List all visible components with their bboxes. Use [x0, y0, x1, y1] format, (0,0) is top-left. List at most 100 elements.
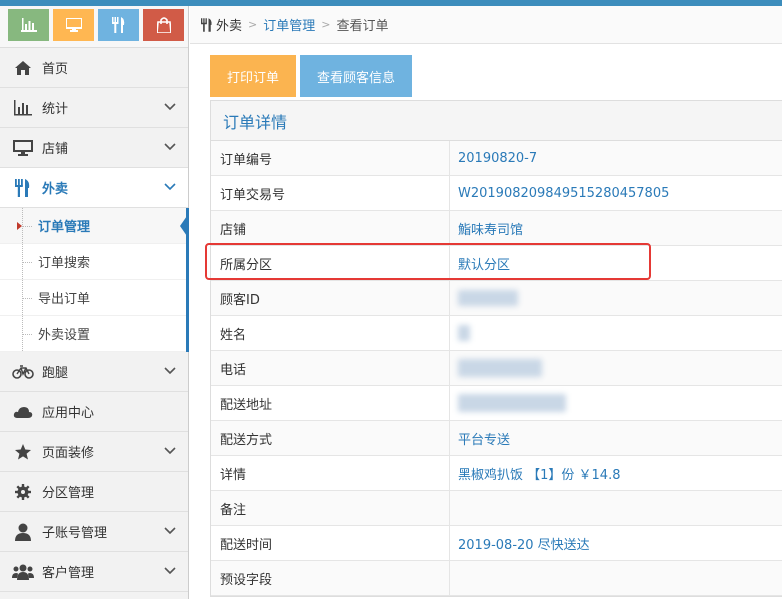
view-customer-button[interactable]: 查看顾客信息	[300, 55, 413, 97]
table-row: 姓名	[211, 316, 782, 351]
breadcrumb: 外卖 > 订单管理 > 查看订单	[190, 6, 782, 44]
chevron-down-icon	[164, 567, 176, 575]
sidebar-item-label: 页面装修	[42, 446, 95, 461]
row-label: 配送地址	[211, 386, 450, 420]
table-row: 详情 黑椒鸡扒饭 【1】份 ￥14.8	[211, 456, 782, 491]
table-row: 配送方式 平台专送	[211, 421, 782, 456]
chevron-right-icon: >	[321, 18, 331, 31]
chevron-down-icon	[164, 143, 176, 151]
sidebar-item-label: 首页	[42, 62, 69, 77]
quick-takeaway-button[interactable]	[98, 9, 139, 41]
row-label: 备注	[211, 491, 450, 525]
row-value: 平台专送	[458, 432, 511, 448]
sidebar-item-label: 客户管理	[42, 566, 95, 581]
sidebar-item-stats[interactable]: 统计	[0, 88, 188, 128]
table-row: 店铺 鮨味寿司馆	[211, 211, 782, 246]
row-label: 姓名	[211, 316, 450, 350]
redacted-value	[458, 325, 470, 341]
breadcrumb-current: 查看订单	[336, 19, 389, 34]
table-row: 电话	[211, 351, 782, 386]
caret-right-icon	[17, 222, 22, 230]
redacted-value	[458, 290, 518, 306]
submenu-item-order-management[interactable]: 订单管理	[0, 208, 189, 244]
row-label: 顾客ID	[211, 281, 450, 315]
row-value: 鮨味寿司馆	[458, 222, 524, 238]
submenu-item-order-search[interactable]: 订单搜索	[0, 244, 186, 280]
sidebar-item-label: 跑腿	[42, 366, 69, 381]
sidebar-item-shop[interactable]: 店铺	[0, 128, 188, 168]
sidebar-item-label: 分区管理	[42, 486, 95, 501]
table-row: 顾客ID	[211, 281, 782, 316]
table-row: 预设字段	[211, 561, 782, 596]
monitor-icon	[12, 137, 34, 159]
quick-buttons	[0, 6, 188, 48]
chevron-down-icon	[164, 367, 176, 375]
table-row: 配送地址	[211, 386, 782, 421]
row-value: 2019-08-20 尽快送达	[458, 537, 590, 553]
sidebar-item-home[interactable]: 首页	[0, 48, 188, 88]
submenu-item-label: 订单管理	[38, 220, 91, 235]
shopping-bag-icon	[156, 17, 171, 33]
panel-title: 订单详情	[211, 101, 782, 141]
fork-knife-icon	[12, 177, 34, 199]
breadcrumb-parent[interactable]: 订单管理	[263, 15, 315, 34]
table-row: 配送时间 2019-08-20 尽快送达	[211, 526, 782, 561]
sidebar-item-label: 店铺	[42, 142, 69, 157]
highlight-box	[205, 243, 651, 280]
submenu-item-export-orders[interactable]: 导出订单	[0, 280, 186, 316]
main-content: 外卖 > 订单管理 > 查看订单 打印订单 查看顾客信息 订单详情 订单编号 20…	[190, 6, 782, 599]
action-buttons: 打印订单 查看顾客信息	[210, 55, 413, 97]
print-order-button[interactable]: 打印订单	[210, 55, 297, 97]
row-value	[450, 491, 782, 525]
home-icon	[12, 57, 34, 79]
submenu-item-takeaway-settings[interactable]: 外卖设置	[0, 316, 186, 352]
chevron-down-icon	[164, 103, 176, 111]
submenu-item-label: 订单搜索	[38, 256, 91, 271]
gear-icon	[12, 481, 34, 503]
users-icon	[12, 561, 34, 583]
quick-shop-button[interactable]	[53, 9, 94, 41]
row-label: 详情	[211, 456, 450, 490]
bar-chart-icon	[12, 97, 34, 119]
row-value: W201908209849515280457805	[458, 185, 670, 201]
row-label: 配送方式	[211, 421, 450, 455]
order-detail-table: 订单编号 20190820-7 订单交易号 W2019082098495152804…	[211, 141, 782, 596]
row-label: 配送时间	[211, 526, 450, 560]
submenu-item-label: 导出订单	[38, 292, 91, 307]
row-label: 订单编号	[211, 141, 450, 175]
chevron-down-icon	[164, 183, 176, 191]
row-value	[450, 561, 782, 595]
sidebar-item-label: 统计	[42, 102, 69, 117]
star-icon	[12, 441, 34, 463]
row-value	[450, 316, 782, 350]
row-value	[450, 281, 782, 315]
quick-orders-button[interactable]	[143, 9, 184, 41]
row-value	[450, 386, 782, 420]
sidebar-item-page-decoration[interactable]: 页面装修	[0, 432, 188, 472]
sidebar-item-takeaway[interactable]: 外卖	[0, 168, 188, 208]
bicycle-icon	[12, 361, 34, 383]
sidebar-item-zone-management[interactable]: 分区管理	[0, 472, 188, 512]
sidebar-item-customers[interactable]: 客户管理	[0, 552, 188, 592]
sidebar-item-label: 子账号管理	[42, 526, 108, 541]
row-label: 订单交易号	[211, 176, 450, 210]
redacted-value	[458, 394, 566, 412]
fork-knife-icon	[201, 17, 212, 32]
bar-chart-icon	[20, 18, 37, 32]
sidebar-item-errand[interactable]: 跑腿	[0, 352, 188, 392]
quick-stats-button[interactable]	[8, 9, 49, 41]
sidebar-item-label: 外卖	[42, 182, 69, 197]
row-label: 店铺	[211, 211, 450, 245]
sidebar-item-sub-accounts[interactable]: 子账号管理	[0, 512, 188, 552]
active-indicator	[180, 213, 189, 239]
row-value: 20190820-7	[458, 150, 538, 166]
chevron-right-icon: >	[248, 18, 258, 31]
row-value	[450, 351, 782, 385]
user-icon	[12, 521, 34, 543]
row-label: 电话	[211, 351, 450, 385]
breadcrumb-root[interactable]: 外卖	[216, 15, 242, 34]
cloud-icon	[12, 401, 34, 423]
sidebar-item-app-center[interactable]: 应用中心	[0, 392, 188, 432]
monitor-icon	[65, 18, 82, 32]
sidebar: 首页 统计 店铺 外卖 订单管理 订单搜索 导出订单 外卖设置 跑腿 应用中心 …	[0, 6, 189, 599]
